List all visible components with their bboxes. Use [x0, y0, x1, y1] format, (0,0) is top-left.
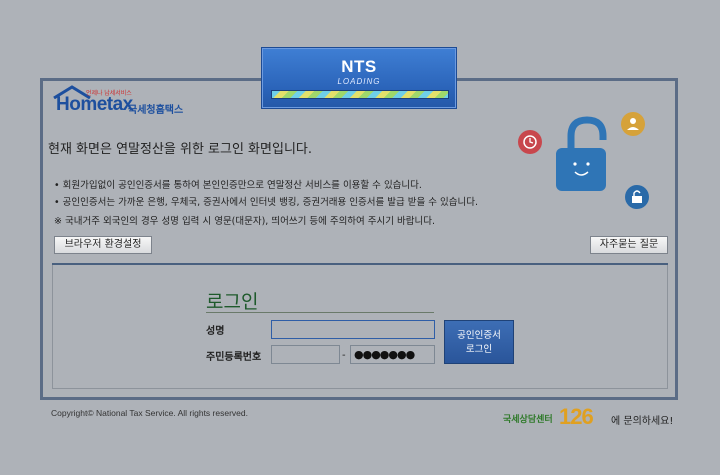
- loading-brand: NTS: [341, 57, 377, 76]
- padlock-icon: [556, 116, 607, 191]
- clock-icon: [518, 130, 542, 154]
- call-center-suffix: 에 문의하세요!: [611, 416, 674, 427]
- faq-button[interactable]: 자주묻는 질문: [590, 236, 668, 254]
- note-item: • 회원가입없이 공인인증서를 통하여 본인인증만으로 연말정산 서비스를 이용…: [54, 180, 422, 191]
- copyright-text: Copyright© National Tax Service. All rig…: [51, 408, 248, 418]
- hometax-logo[interactable]: 언제나 납세서비스 Hometax 국세청홈택스: [52, 85, 202, 119]
- loading-status: LOADING: [337, 77, 381, 86]
- note-item: ※ 국내거주 외국인의 경우 성명 입력 시 영문(대문자), 띄어쓰기 등에 …: [54, 216, 436, 227]
- rrn-back-input[interactable]: ●●●●●●●: [350, 345, 435, 364]
- login-title: 로그인: [206, 291, 259, 313]
- loading-progress-bar: [271, 90, 449, 99]
- rrn-label: 주민등록번호: [206, 352, 262, 363]
- call-center-prefix: 국세상담센터: [503, 415, 553, 425]
- name-label: 성명: [206, 326, 225, 337]
- note-item: • 공인인증서는 가까운 은행, 우체국, 증권사에서 인터넷 뱅킹, 증권거래…: [54, 197, 479, 208]
- browser-settings-button[interactable]: 브라우저 환경설정: [54, 236, 152, 254]
- name-input[interactable]: [271, 320, 435, 339]
- page-title: 현재 화면은 연말정산을 위한 로그인 화면입니다.: [48, 142, 312, 157]
- call-center-number: 126: [559, 404, 594, 429]
- certificate-login-label: 공인인증서 로그인: [457, 330, 501, 355]
- user-icon: [621, 112, 645, 136]
- login-title-underline: [206, 312, 434, 313]
- rrn-front-input[interactable]: [271, 345, 340, 364]
- rrn-separator: -: [342, 350, 346, 361]
- small-lock-icon: [625, 185, 649, 209]
- security-illustration: [518, 112, 649, 209]
- certificate-login-button[interactable]: 공인인증서 로그인: [444, 320, 514, 364]
- loading-overlay: NTS LOADING: [261, 47, 457, 109]
- logo-wordmark: Hometax: [56, 94, 133, 115]
- logo-name-kr: 국세청홈택스: [128, 105, 184, 116]
